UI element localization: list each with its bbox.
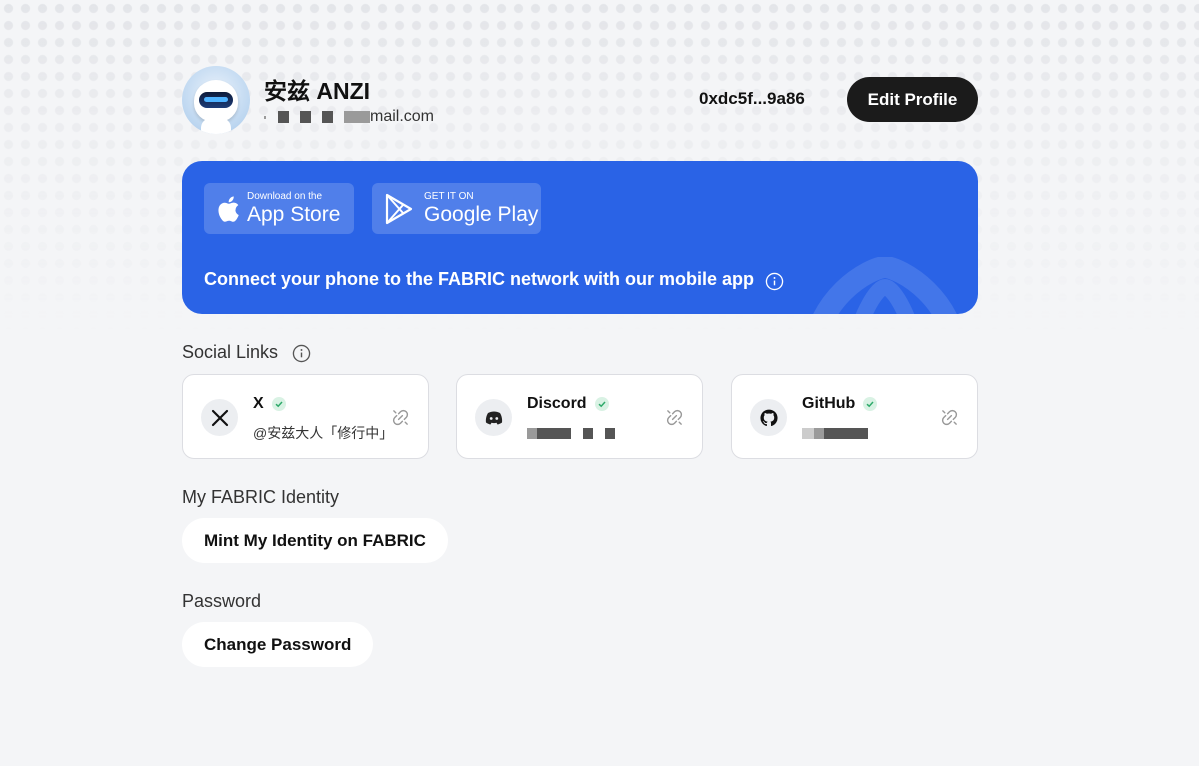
info-icon[interactable] — [292, 344, 311, 363]
github-icon — [750, 399, 787, 436]
social-name: GitHub — [802, 395, 856, 412]
verified-check-icon — [271, 397, 286, 411]
fabric-logo-watermark — [813, 257, 957, 314]
mint-identity-button[interactable]: Mint My Identity on FABRIC — [182, 518, 448, 563]
unlink-icon[interactable] — [665, 408, 684, 427]
wallet-address[interactable]: 0xdc5f...9a86 — [699, 89, 805, 109]
password-title: Password — [182, 591, 262, 611]
social-name: Discord — [527, 395, 587, 412]
google-play-small-label: GET IT ON — [424, 191, 474, 202]
google-play-button[interactable]: GET IT ON Google Play — [372, 183, 541, 234]
x-logo-icon — [201, 399, 238, 436]
user-name: 安兹 ANZI — [264, 78, 371, 104]
social-handle-redacted — [527, 428, 615, 439]
app-store-label: App Store — [247, 203, 341, 226]
social-card-discord[interactable]: Discord — [456, 374, 703, 459]
unlink-icon[interactable] — [391, 408, 410, 427]
social-name: X — [253, 395, 264, 412]
email-redaction — [264, 115, 266, 119]
mobile-app-banner: Download on the App Store GET IT ON Goog… — [182, 161, 978, 314]
identity-title: My FABRIC Identity — [182, 487, 340, 507]
google-play-icon — [385, 193, 413, 224]
social-links-title: Social Links — [182, 342, 279, 362]
verified-check-icon — [594, 397, 609, 411]
change-password-button[interactable]: Change Password — [182, 622, 374, 667]
social-card-github[interactable]: GitHub — [731, 374, 978, 459]
social-handle-redacted — [802, 428, 868, 439]
info-icon[interactable] — [765, 272, 784, 291]
app-store-button[interactable]: Download on the App Store — [204, 183, 354, 234]
user-email: mail.com — [264, 108, 434, 126]
avatar[interactable] — [182, 66, 250, 134]
apple-icon — [218, 195, 239, 222]
discord-icon — [475, 399, 512, 436]
app-store-small-label: Download on the — [247, 191, 323, 202]
edit-profile-button[interactable]: Edit Profile — [847, 77, 978, 122]
banner-message: Connect your phone to the FABRIC network… — [204, 269, 755, 289]
verified-check-icon — [863, 397, 878, 411]
social-card-x[interactable]: X @安兹大人「修行中」 — [182, 374, 429, 459]
email-domain: mail.com — [370, 108, 435, 125]
google-play-label: Google Play — [424, 203, 539, 226]
unlink-icon[interactable] — [940, 408, 959, 427]
social-handle: @安兹大人「修行中」 — [253, 425, 394, 441]
